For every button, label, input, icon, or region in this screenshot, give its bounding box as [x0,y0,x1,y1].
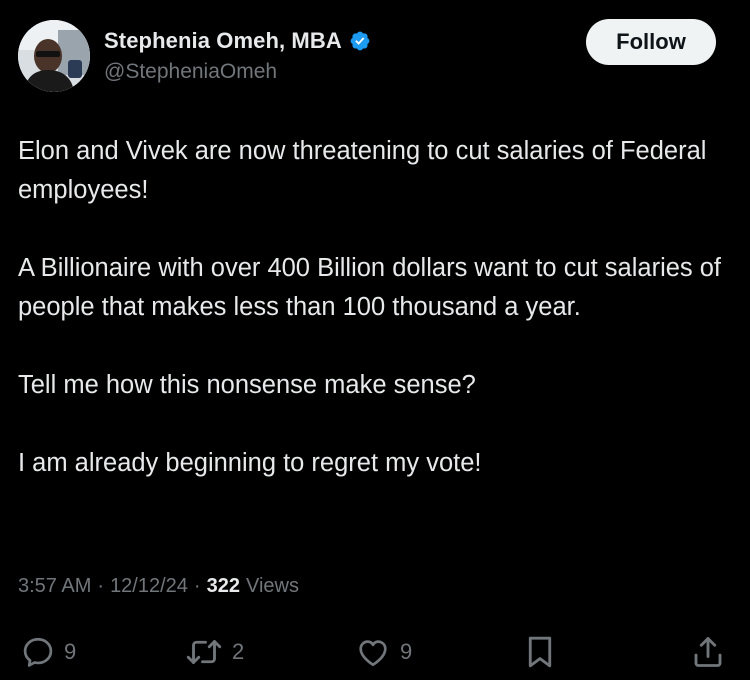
verified-badge-icon [349,30,371,52]
repost-count: 2 [232,639,245,664]
share-button[interactable] [690,628,726,676]
action-bar: 9 2 9 [0,628,750,676]
follow-button[interactable]: Follow [586,19,716,65]
author-handle[interactable]: @StepheniaOmeh [104,60,277,84]
reply-button[interactable]: 9 [20,628,76,676]
share-icon [694,637,722,667]
tweet-paragraph: A Billionaire with over 400 Billion doll… [18,254,722,321]
bookmark-icon [528,636,552,668]
tweet-paragraph: Elon and Vivek are now threatening to cu… [18,137,707,204]
tweet-paragraph: I am already beginning to regret my vote… [18,449,482,477]
meta-separator: · [97,575,105,597]
like-button[interactable]: 9 [354,628,412,676]
tweet-time[interactable]: 3:57 AM [18,575,91,598]
tweet-card: Stephenia Omeh, MBA @StepheniaOmeh Follo… [0,0,750,680]
tweet-metadata: 3:57 AM · 12/12/24 · 322 Views [18,575,299,598]
author-name-row: Stephenia Omeh, MBA [104,28,371,54]
like-count: 9 [400,639,413,664]
author-display-name[interactable]: Stephenia Omeh, MBA [104,28,342,54]
views-count: 322 [206,575,240,597]
avatar-photo [18,20,90,92]
tweet-paragraph: Tell me how this nonsense make sense? [18,371,476,399]
views-label: Views [245,575,299,597]
avatar[interactable] [18,20,90,92]
reply-icon [23,637,53,667]
tweet-text: Elon and Vivek are now threatening to cu… [18,132,738,483]
meta-separator: · [193,575,201,597]
tweet-date[interactable]: 12/12/24 [110,575,188,598]
bookmark-button[interactable] [522,628,558,676]
reply-count: 9 [64,639,77,664]
repost-icon [186,640,222,664]
heart-icon [359,640,387,667]
repost-button[interactable]: 2 [184,628,244,676]
